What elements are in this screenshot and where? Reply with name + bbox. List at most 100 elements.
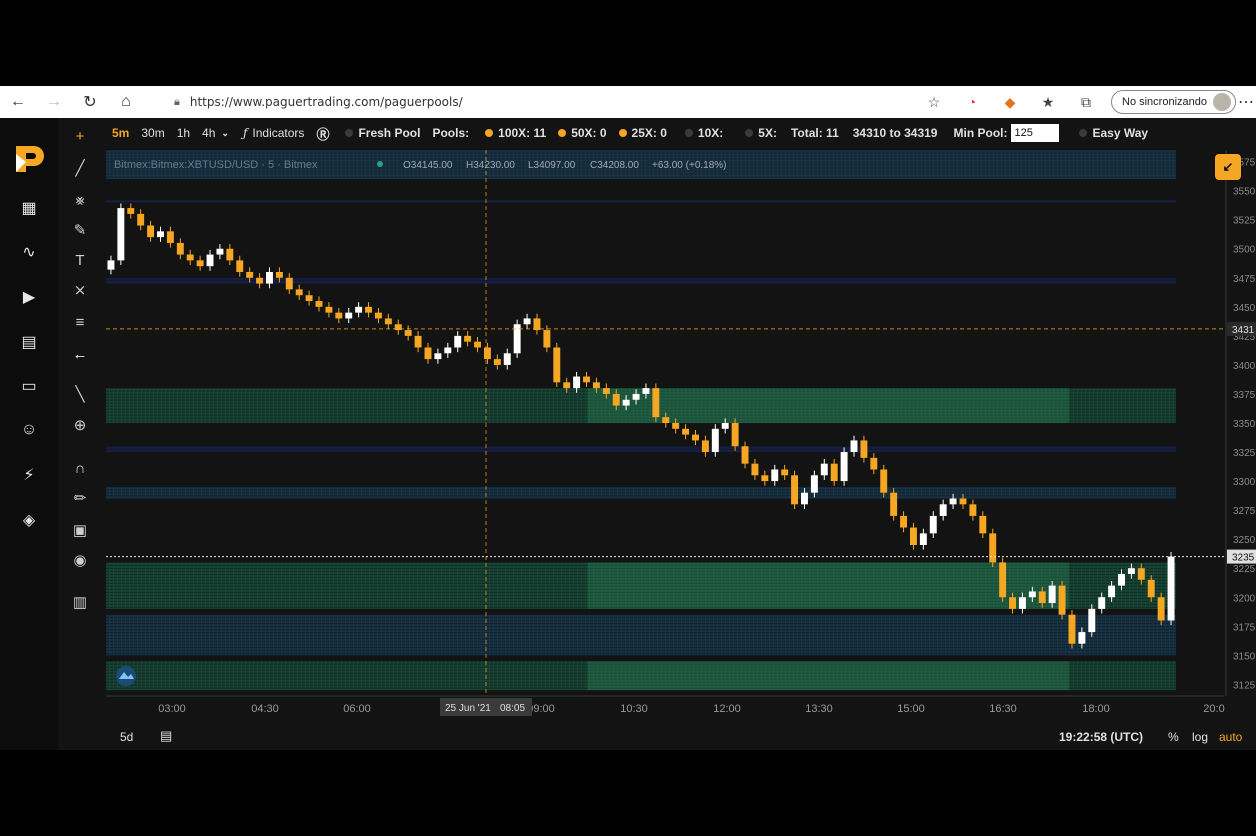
zoom-in-icon[interactable]: ⊕	[70, 415, 90, 435]
collapse-corner-icon[interactable]: ↙	[1215, 154, 1241, 180]
pool-toggle-10x[interactable]: 10X:	[684, 126, 723, 140]
timeframe-1h[interactable]: 1h	[177, 126, 190, 140]
forward-arrow-icon[interactable]: →	[36, 86, 72, 118]
collections-icon[interactable]: ⧉	[1067, 86, 1105, 118]
eye-icon[interactable]: ◉	[70, 550, 90, 570]
candle-body	[236, 260, 244, 272]
range-5d-button[interactable]: 5d	[120, 730, 133, 744]
candle-body	[1009, 597, 1016, 609]
timeframe-5m[interactable]: 5m	[112, 126, 129, 140]
candle	[652, 383, 660, 422]
candle	[840, 447, 848, 486]
candle-body	[315, 301, 323, 307]
url-text[interactable]: https://www.paguertrading.com/paguerpool…	[190, 95, 463, 109]
candle-body	[464, 335, 472, 342]
candle-body	[543, 330, 551, 348]
candle-body	[256, 277, 264, 284]
compare-icon[interactable]: ▤	[160, 728, 172, 744]
min-pool-input[interactable]	[1011, 124, 1060, 142]
pool-toggle-25x[interactable]: 25X: 0	[618, 126, 667, 140]
legend-ohlc-value: L34097.00	[528, 160, 576, 171]
candle-body	[820, 463, 828, 476]
favorite-add-icon[interactable]: ☆	[915, 86, 953, 118]
pitchfork-icon[interactable]: ⨳	[70, 190, 90, 210]
candle-body	[424, 347, 432, 360]
fresh-pool-toggle[interactable]: Fresh Pool	[345, 126, 420, 140]
last-price-marker: 3235	[1227, 549, 1256, 564]
candle	[711, 424, 719, 457]
magnet-icon[interactable]: ∩	[70, 458, 90, 478]
more-options-icon[interactable]: ⋯	[1236, 92, 1256, 112]
candle-body	[1127, 568, 1135, 575]
extension-red-icon[interactable]: ◔	[953, 86, 991, 118]
candle-body	[1137, 568, 1145, 580]
candle-body	[483, 347, 491, 360]
document-icon[interactable]: ▤	[19, 332, 39, 352]
crosshair-icon[interactable]: +	[70, 126, 90, 146]
crosshair-price-marker-label: 3431	[1232, 325, 1255, 336]
text-tool-icon[interactable]: T	[70, 250, 90, 270]
chat-icon[interactable]: ▭	[19, 376, 39, 396]
replay-icon[interactable]: Ⓡ	[316, 124, 329, 143]
y-tick-label: 3450	[1233, 303, 1256, 314]
indicators-button[interactable]: ƒ Indicators	[243, 126, 304, 140]
candle-body	[1038, 591, 1046, 604]
profile-sync-button[interactable]: No sincronizando	[1111, 90, 1236, 114]
candle-body	[1118, 574, 1125, 586]
brush-icon[interactable]: ✎	[70, 220, 90, 240]
reload-icon[interactable]: ↻	[72, 86, 108, 118]
candle-body	[999, 562, 1007, 598]
video-icon[interactable]: ▶	[19, 287, 39, 307]
dashboard-grid-icon[interactable]: ▦	[19, 198, 39, 218]
graduation-cap-icon[interactable]: ◈	[19, 510, 39, 530]
candle-body	[959, 498, 967, 505]
home-icon[interactable]: ⌂	[108, 86, 144, 118]
trend-line-icon[interactable]: ╱	[70, 158, 90, 178]
chart-bottom-bar: 5d ▤ 19:22:58 (UTC) % log auto	[100, 722, 1256, 750]
metamask-icon[interactable]: ◆	[991, 86, 1029, 118]
paguer-logo-icon	[16, 146, 44, 172]
candle-body	[206, 254, 214, 267]
candle-body	[493, 359, 501, 365]
easy-way-toggle[interactable]: Easy Way	[1079, 126, 1148, 140]
percent-toggle[interactable]: %	[1168, 730, 1179, 744]
candle-body	[176, 242, 184, 255]
auto-scale-toggle[interactable]: auto	[1219, 730, 1242, 744]
users-icon[interactable]: ☺	[19, 420, 39, 440]
measure-lines-icon[interactable]: ≡	[70, 312, 90, 332]
price-chart[interactable]: 3575355035253500347534503425340033753350…	[0, 118, 1256, 750]
x-tick-label: 15:00	[897, 703, 925, 715]
y-tick-label: 3375	[1233, 390, 1256, 401]
pool-toggle-50x[interactable]: 50X: 0	[558, 126, 607, 140]
pattern-icon[interactable]: ⨯	[70, 280, 90, 300]
collapse-arrow-icon[interactable]: ←	[70, 344, 90, 364]
timeframe-4h[interactable]: 4h	[202, 126, 215, 140]
trash-icon[interactable]: ▥	[70, 592, 90, 612]
log-toggle[interactable]: log	[1192, 730, 1208, 744]
pool-toggle-5x[interactable]: 5X:	[745, 126, 777, 140]
candle	[999, 557, 1007, 602]
candle-body	[939, 504, 947, 516]
address-bar[interactable]: 🔒︎ https://www.paguertrading.com/paguerp…	[168, 90, 938, 114]
utc-clock: 19:22:58 (UTC)	[1059, 730, 1144, 744]
candle-body	[830, 463, 838, 482]
ruler-icon[interactable]: ╲	[70, 384, 90, 404]
chevron-down-icon[interactable]: ⌄	[221, 128, 229, 139]
timeframe-30m[interactable]: 30m	[141, 126, 164, 140]
y-tick-label: 3125	[1233, 680, 1256, 691]
liquidity-band	[106, 486, 1176, 499]
candle-body	[1028, 591, 1036, 598]
easy-way-label: Easy Way	[1092, 126, 1149, 140]
favorites-icon[interactable]: ★	[1029, 86, 1067, 118]
candle-body	[632, 393, 640, 400]
candle-body	[1068, 614, 1076, 644]
candle-body	[1058, 585, 1066, 615]
fresh-pool-label: Fresh Pool	[358, 126, 421, 140]
lock-drawing-icon[interactable]: ✏	[70, 488, 90, 508]
unlock-icon[interactable]: ▣	[70, 520, 90, 540]
back-arrow-icon[interactable]: ←	[0, 86, 36, 118]
pulse-icon[interactable]: ∿	[19, 242, 39, 262]
pool-toggle-100x[interactable]: 100X: 11	[485, 126, 546, 140]
candle	[1088, 604, 1096, 637]
lightning-icon[interactable]: ⚡︎	[19, 465, 39, 485]
